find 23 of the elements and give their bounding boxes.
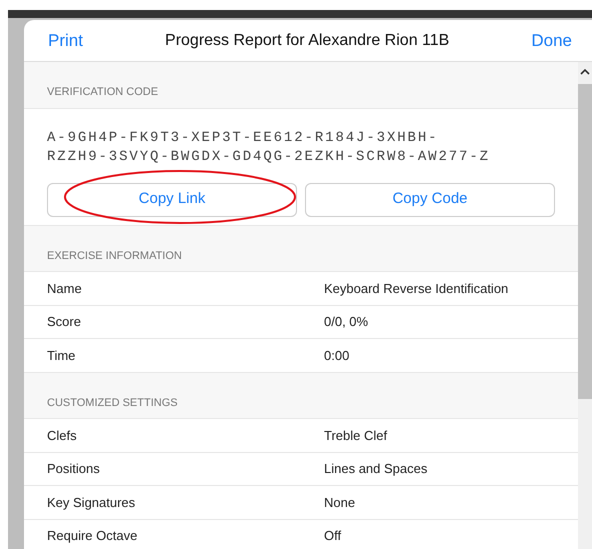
scrollbar[interactable]: [578, 62, 592, 549]
row-value: Treble Clef: [324, 426, 388, 444]
row-value: None: [324, 494, 356, 512]
row-value: 0/0, 0%: [324, 313, 368, 331]
copy-button[interactable]: Copy Link: [47, 182, 297, 216]
print-button[interactable]: Print: [48, 28, 83, 54]
row-label: Clefs: [46, 426, 78, 444]
row-label: Score: [46, 313, 82, 331]
sheet-title: Progress Report for Alexandre Rion 11B: [165, 30, 450, 50]
row-label: Time: [46, 346, 76, 364]
row-label: Key Signatures: [46, 494, 136, 512]
row-value: 0:00: [324, 346, 350, 364]
scrollbar-thumb[interactable]: [578, 84, 592, 399]
scroll-up-icon[interactable]: [580, 68, 590, 76]
row-value: Off: [324, 527, 342, 545]
row-label: Require Octave: [46, 527, 138, 545]
copy-button[interactable]: Copy Code: [305, 182, 555, 216]
row-label: Positions: [46, 460, 101, 478]
verification-code: A-9GH4P-FK9T3-XEP3T-EE612-R184J-3XHBH-RZZH9-3SVYQ-BWGDX-GD4QG-2EZKH-SCRW8-AW277-Z: [47, 128, 491, 166]
row-value: Lines and Spaces: [324, 460, 428, 478]
done-button[interactable]: Done: [531, 28, 572, 54]
row-label: Name: [46, 280, 83, 298]
row-value: Keyboard Reverse Identification: [324, 280, 508, 298]
